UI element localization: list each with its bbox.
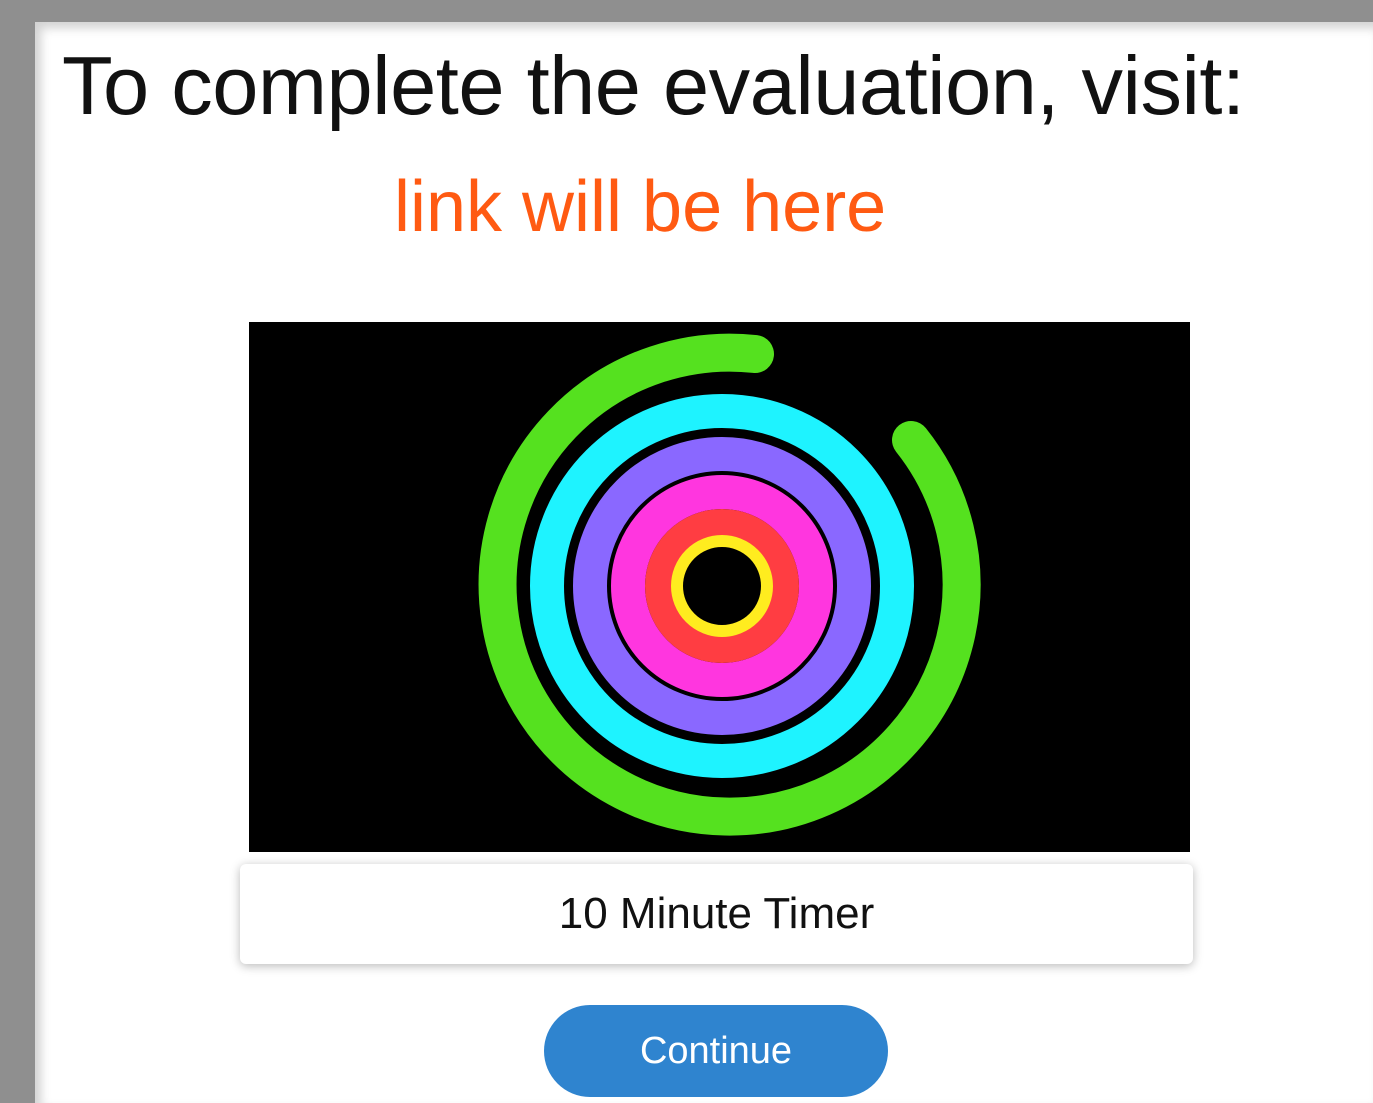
timer-rings-icon xyxy=(249,322,1190,852)
continue-button[interactable]: Continue xyxy=(544,1005,888,1097)
video-thumbnail[interactable] xyxy=(249,322,1190,852)
video-caption-card: 10 Minute Timer xyxy=(240,864,1193,964)
video-caption: 10 Minute Timer xyxy=(558,889,875,938)
evaluation-link[interactable]: link will be here xyxy=(394,162,886,252)
page-heading: To complete the evaluation, visit: xyxy=(62,39,1245,132)
